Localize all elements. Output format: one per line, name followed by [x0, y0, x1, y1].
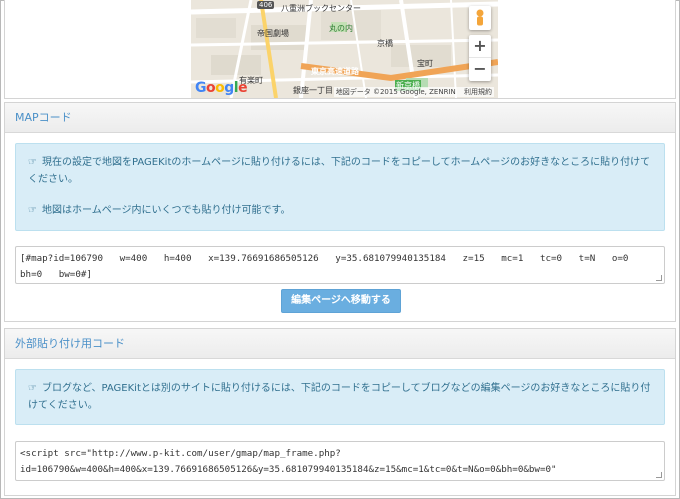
hand-point-right-icon: ☞	[28, 157, 37, 168]
external-code-textarea[interactable]: <script src="http://www.p-kit.com/user/g…	[15, 441, 665, 481]
map-code-title: MAPコード	[5, 103, 675, 133]
map-label-takaracho: 宝町	[417, 59, 433, 68]
hand-point-right-icon: ☞	[28, 383, 37, 394]
external-code-info-text: ブログなど、PAGEKitとは別のサイトに貼り付けるには、下記のコードをコピーし…	[28, 383, 651, 411]
map-attribution: 地図データ ©2015 Google, ZENRIN 利用規約	[333, 87, 494, 97]
go-to-edit-page-button[interactable]: 編集ページへ移動する	[281, 289, 401, 313]
map-label-ginza: 銀座一丁目	[293, 86, 333, 95]
zoom-in-button[interactable]: +	[469, 35, 491, 58]
map-panel: 406 八重洲ブックセンター 丸の内 京橋 帝国劇場 宝町 有楽町 東京高速道路…	[4, 0, 676, 99]
zoom-out-button[interactable]: −	[469, 58, 491, 81]
route-shield: 406	[257, 1, 275, 9]
pegman-icon[interactable]	[469, 6, 491, 30]
map-view[interactable]: 406 八重洲ブックセンター 丸の内 京橋 帝国劇場 宝町 有楽町 東京高速道路…	[191, 0, 498, 98]
map-label-kyobashi: 京橋	[377, 39, 393, 48]
map-label-imperial: 帝国劇場	[257, 29, 289, 38]
resize-handle-icon[interactable]	[656, 275, 662, 281]
resize-handle-icon[interactable]	[656, 472, 662, 478]
map-code-panel: MAPコード ☞ 現在の設定で地図をPAGEKitのホームページに貼り付けるには、…	[4, 102, 676, 322]
map-code-textarea[interactable]: [#map?id=106790 w=400 h=400 x=139.766916…	[15, 246, 665, 284]
map-label-expressway: 東京高速道路	[311, 67, 359, 76]
external-code-info: ☞ ブログなど、PAGEKitとは別のサイトに貼り付けるには、下記のコードをコピー…	[15, 369, 665, 425]
zoom-control: + −	[469, 35, 491, 81]
map-label-marunouchi: 丸の内	[329, 24, 353, 33]
terms-link[interactable]: 利用規約	[464, 88, 492, 96]
map-attribution-text: 地図データ ©2015 Google, ZENRIN	[335, 88, 456, 96]
hand-point-right-icon: ☞	[28, 205, 37, 216]
external-code-title: 外部貼り付け用コード	[5, 329, 675, 359]
external-code-panel: 外部貼り付け用コード ☞ ブログなど、PAGEKitとは別のサイトに貼り付けるには…	[4, 328, 676, 496]
map-code-info-text-2: 地図はホームページ内にいくつでも貼り付け可能です。	[42, 205, 291, 216]
google-logo: Google	[195, 80, 248, 96]
map-code-info: ☞ 現在の設定で地図をPAGEKitのホームページに貼り付けるには、下記のコードを…	[15, 143, 665, 231]
map-label-yaesu: 八重洲ブックセンター	[281, 4, 361, 13]
map-code-info-text: 現在の設定で地図をPAGEKitのホームページに貼り付けるには、下記のコードをコ…	[28, 157, 651, 185]
